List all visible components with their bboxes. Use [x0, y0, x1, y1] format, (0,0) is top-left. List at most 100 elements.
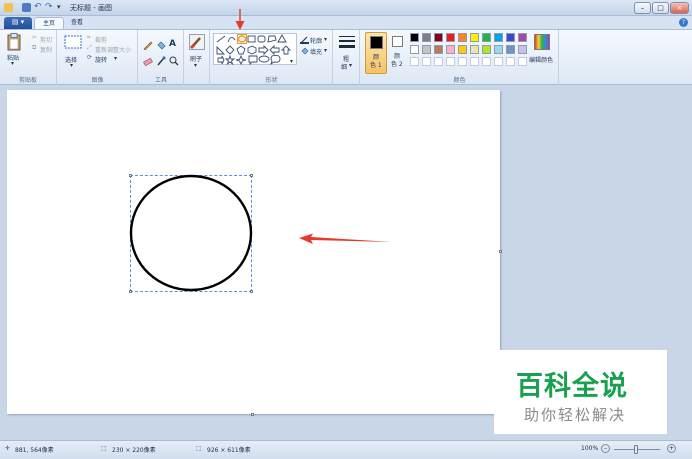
brush-icon [189, 34, 205, 50]
color1-button[interactable]: 颜 色 1 [365, 32, 387, 74]
drawn-circle [129, 174, 253, 292]
undo-icon[interactable]: ↶ [34, 3, 43, 12]
customize-quick-access-icon[interactable]: ▾ [57, 3, 66, 12]
palette-color-swatch[interactable] [482, 33, 491, 42]
size-button[interactable]: 粗 细 ▾ [336, 33, 358, 73]
watermark-title: 百科全说 [516, 371, 628, 402]
canvas-resize-handle-bottom[interactable] [251, 413, 254, 416]
size-label-line2: 细 [341, 64, 348, 71]
watermark: 百科全说 助你轻松解决 [494, 350, 667, 434]
palette-color-swatch[interactable] [458, 33, 467, 42]
palette-color-swatch[interactable] [446, 45, 455, 54]
magnifier-icon[interactable] [169, 56, 179, 66]
palette-custom-slot[interactable] [518, 57, 527, 66]
shapes-group-label: 形状 [265, 77, 278, 84]
colors-group: 颜 色 1 颜 色 2 编辑颜色 颜色 [361, 30, 559, 85]
edit-colors-icon [534, 34, 550, 50]
palette-color-swatch[interactable] [410, 33, 419, 42]
color2-label-line2: 色 2 [391, 61, 403, 68]
clipboard-icon [7, 33, 21, 51]
file-menu-button[interactable]: ▤ ▾ [4, 17, 32, 29]
rotate-button[interactable]: 旋转 [95, 55, 107, 64]
help-icon[interactable]: ? [679, 18, 688, 27]
rotate-icon: ⟳ [87, 54, 93, 61]
color2-swatch [392, 36, 403, 47]
cut-button[interactable]: 剪切 [40, 35, 52, 44]
brushes-dropdown-icon: ▾ [194, 62, 198, 69]
palette-custom-slot[interactable] [494, 57, 503, 66]
palette-color-swatch[interactable] [518, 33, 527, 42]
palette-custom-slot[interactable] [446, 57, 455, 66]
palette-custom-slot[interactable] [458, 57, 467, 66]
palette-color-swatch[interactable] [518, 45, 527, 54]
oval-shape-selected[interactable] [237, 34, 247, 44]
fill-bucket-icon[interactable] [156, 40, 166, 50]
palette-color-swatch[interactable] [506, 33, 515, 42]
palette-custom-slot[interactable] [434, 57, 443, 66]
eraser-icon[interactable] [143, 56, 153, 66]
fill-button[interactable]: 填充 [310, 47, 322, 56]
line-width-icon [339, 36, 355, 48]
select-rectangle-icon [64, 35, 82, 49]
drawing-canvas[interactable] [7, 90, 500, 414]
selection-size: 230 × 220像素 [112, 447, 156, 454]
color1-label-line2: 色 1 [370, 62, 382, 69]
zoom-slider-thumb[interactable] [634, 445, 638, 454]
color-picker-icon[interactable] [156, 56, 166, 66]
clipboard-group: 粘贴 ▾ ✂ 剪切 ⧉ 复制 剪贴板 [0, 30, 57, 85]
palette-color-swatch[interactable] [470, 45, 479, 54]
palette-custom-slot[interactable] [470, 57, 479, 66]
minimize-button[interactable]: – [634, 2, 651, 14]
palette-color-swatch[interactable] [434, 33, 443, 42]
palette-color-swatch[interactable] [470, 33, 479, 42]
palette-color-swatch[interactable] [506, 45, 515, 54]
text-tool-icon[interactable]: A [169, 39, 176, 49]
image-group-label: 图像 [91, 77, 104, 84]
canvas-resize-handle-right[interactable] [499, 250, 502, 253]
select-button[interactable]: 选择 ▾ [62, 33, 84, 69]
save-icon[interactable] [22, 3, 31, 12]
tab-home[interactable]: 主页 [34, 17, 64, 29]
palette-custom-slot[interactable] [410, 57, 419, 66]
palette-color-swatch[interactable] [434, 45, 443, 54]
ribbon-tab-row: ▤ ▾ 主页 查看 ? [0, 16, 692, 29]
palette-custom-slot[interactable] [482, 57, 491, 66]
palette-custom-slot[interactable] [422, 57, 431, 66]
paint-app-icon [4, 3, 13, 12]
edit-colors-label: 编辑颜色 [529, 57, 554, 64]
palette-color-swatch[interactable] [494, 45, 503, 54]
edit-colors-button[interactable]: 编辑颜色 [529, 33, 556, 71]
shapes-gallery-more-icon[interactable]: ▾ [290, 58, 293, 65]
color-palette [410, 33, 530, 69]
resize-button[interactable]: 重新调整大小 [95, 45, 131, 54]
selection-size-icon: ⬚ [101, 445, 107, 452]
close-button[interactable]: × [670, 2, 689, 14]
palette-custom-slot[interactable] [506, 57, 515, 66]
palette-color-swatch[interactable] [422, 33, 431, 42]
palette-color-swatch[interactable] [410, 45, 419, 54]
pencil-icon[interactable] [143, 40, 153, 50]
maximize-button[interactable]: □ [652, 2, 669, 14]
palette-color-swatch[interactable] [446, 33, 455, 42]
fill-icon [301, 47, 309, 55]
palette-color-swatch[interactable] [482, 45, 491, 54]
brushes-button[interactable]: 刷子 ▾ [187, 33, 207, 71]
outline-dropdown-icon: ▾ [324, 36, 328, 43]
paste-button[interactable]: 粘贴 ▾ [4, 33, 24, 69]
image-size: 926 × 611像素 [207, 447, 251, 454]
crop-button[interactable]: 裁剪 [95, 35, 107, 44]
palette-color-swatch[interactable] [494, 33, 503, 42]
zoom-out-button[interactable]: – [601, 444, 610, 453]
zoom-in-button[interactable]: + [667, 444, 676, 453]
color2-button[interactable]: 颜 色 2 [389, 32, 409, 74]
outline-button[interactable]: 轮廓 [310, 36, 322, 45]
palette-color-swatch[interactable] [422, 45, 431, 54]
cut-icon: ✂ [32, 34, 38, 41]
image-group: 选择 ▾ ⌗ 裁剪 ⤢ 重新调整大小 ⟳ 旋转 ▾ 图像 [58, 30, 138, 85]
copy-button[interactable]: 复制 [40, 45, 52, 54]
shapes-gallery-icons [216, 34, 292, 66]
redo-icon[interactable]: ↷ [45, 3, 54, 12]
title-bar: ↶ ↷ ▾ 无标题 - 画图 – □ × [0, 0, 692, 16]
palette-color-swatch[interactable] [458, 45, 467, 54]
tab-view[interactable]: 查看 [62, 17, 92, 29]
